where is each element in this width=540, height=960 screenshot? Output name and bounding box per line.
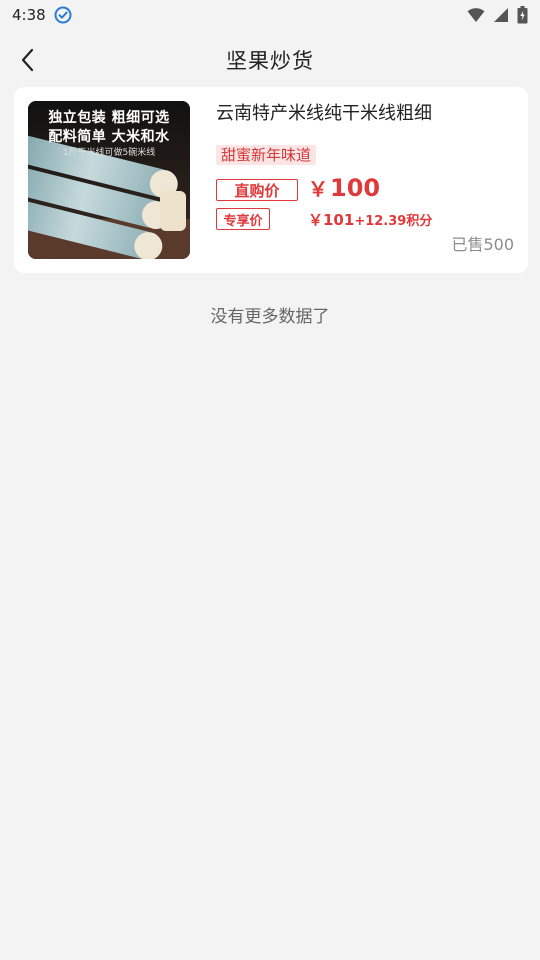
- header: 坚果炒货: [0, 36, 540, 84]
- exclusive-price-label: 专享价: [216, 208, 270, 230]
- wifi-icon: [467, 7, 485, 23]
- direct-price-label: 直购价: [216, 179, 298, 201]
- page-title: 坚果炒货: [226, 49, 314, 73]
- chevron-left-icon: [20, 48, 36, 72]
- sold-count: 已售500: [451, 235, 514, 254]
- exclusive-points: +12.39积分: [354, 214, 433, 229]
- product-card[interactable]: 独立包装 粗细可选 配料简单 大米和水 1斤干米线可做5碗米线 云南特产米线纯干…: [14, 87, 528, 273]
- back-button[interactable]: [14, 46, 42, 74]
- no-more-data: 没有更多数据了: [210, 307, 330, 327]
- price-amount: 100: [330, 174, 381, 202]
- signal-icon: [493, 7, 509, 23]
- status-right: [467, 6, 528, 24]
- battery-icon: [517, 6, 528, 24]
- product-image[interactable]: 独立包装 粗细可选 配料简单 大米和水 1斤干米线可做5碗米线: [28, 101, 190, 259]
- image-text-line1: 独立包装 粗细可选: [48, 110, 170, 126]
- direct-price: ￥ 100: [308, 173, 380, 202]
- status-left: 4:38: [12, 6, 72, 24]
- promo-tag: 甜蜜新年味道: [216, 145, 317, 165]
- check-circle-icon: [54, 6, 72, 24]
- status-bar: 4:38: [0, 0, 540, 30]
- status-time: 4:38: [12, 6, 46, 24]
- image-text-line2: 配料简单 大米和水: [48, 129, 170, 145]
- price-currency: ￥: [308, 177, 328, 201]
- exclusive-price-value: ￥101: [308, 211, 355, 229]
- product-name[interactable]: 云南特产米线纯干米线粗细: [216, 99, 432, 125]
- image-text-line3: 1斤干米线可做5碗米线: [62, 148, 156, 158]
- exclusive-price: ￥101 +12.39积分: [308, 209, 432, 230]
